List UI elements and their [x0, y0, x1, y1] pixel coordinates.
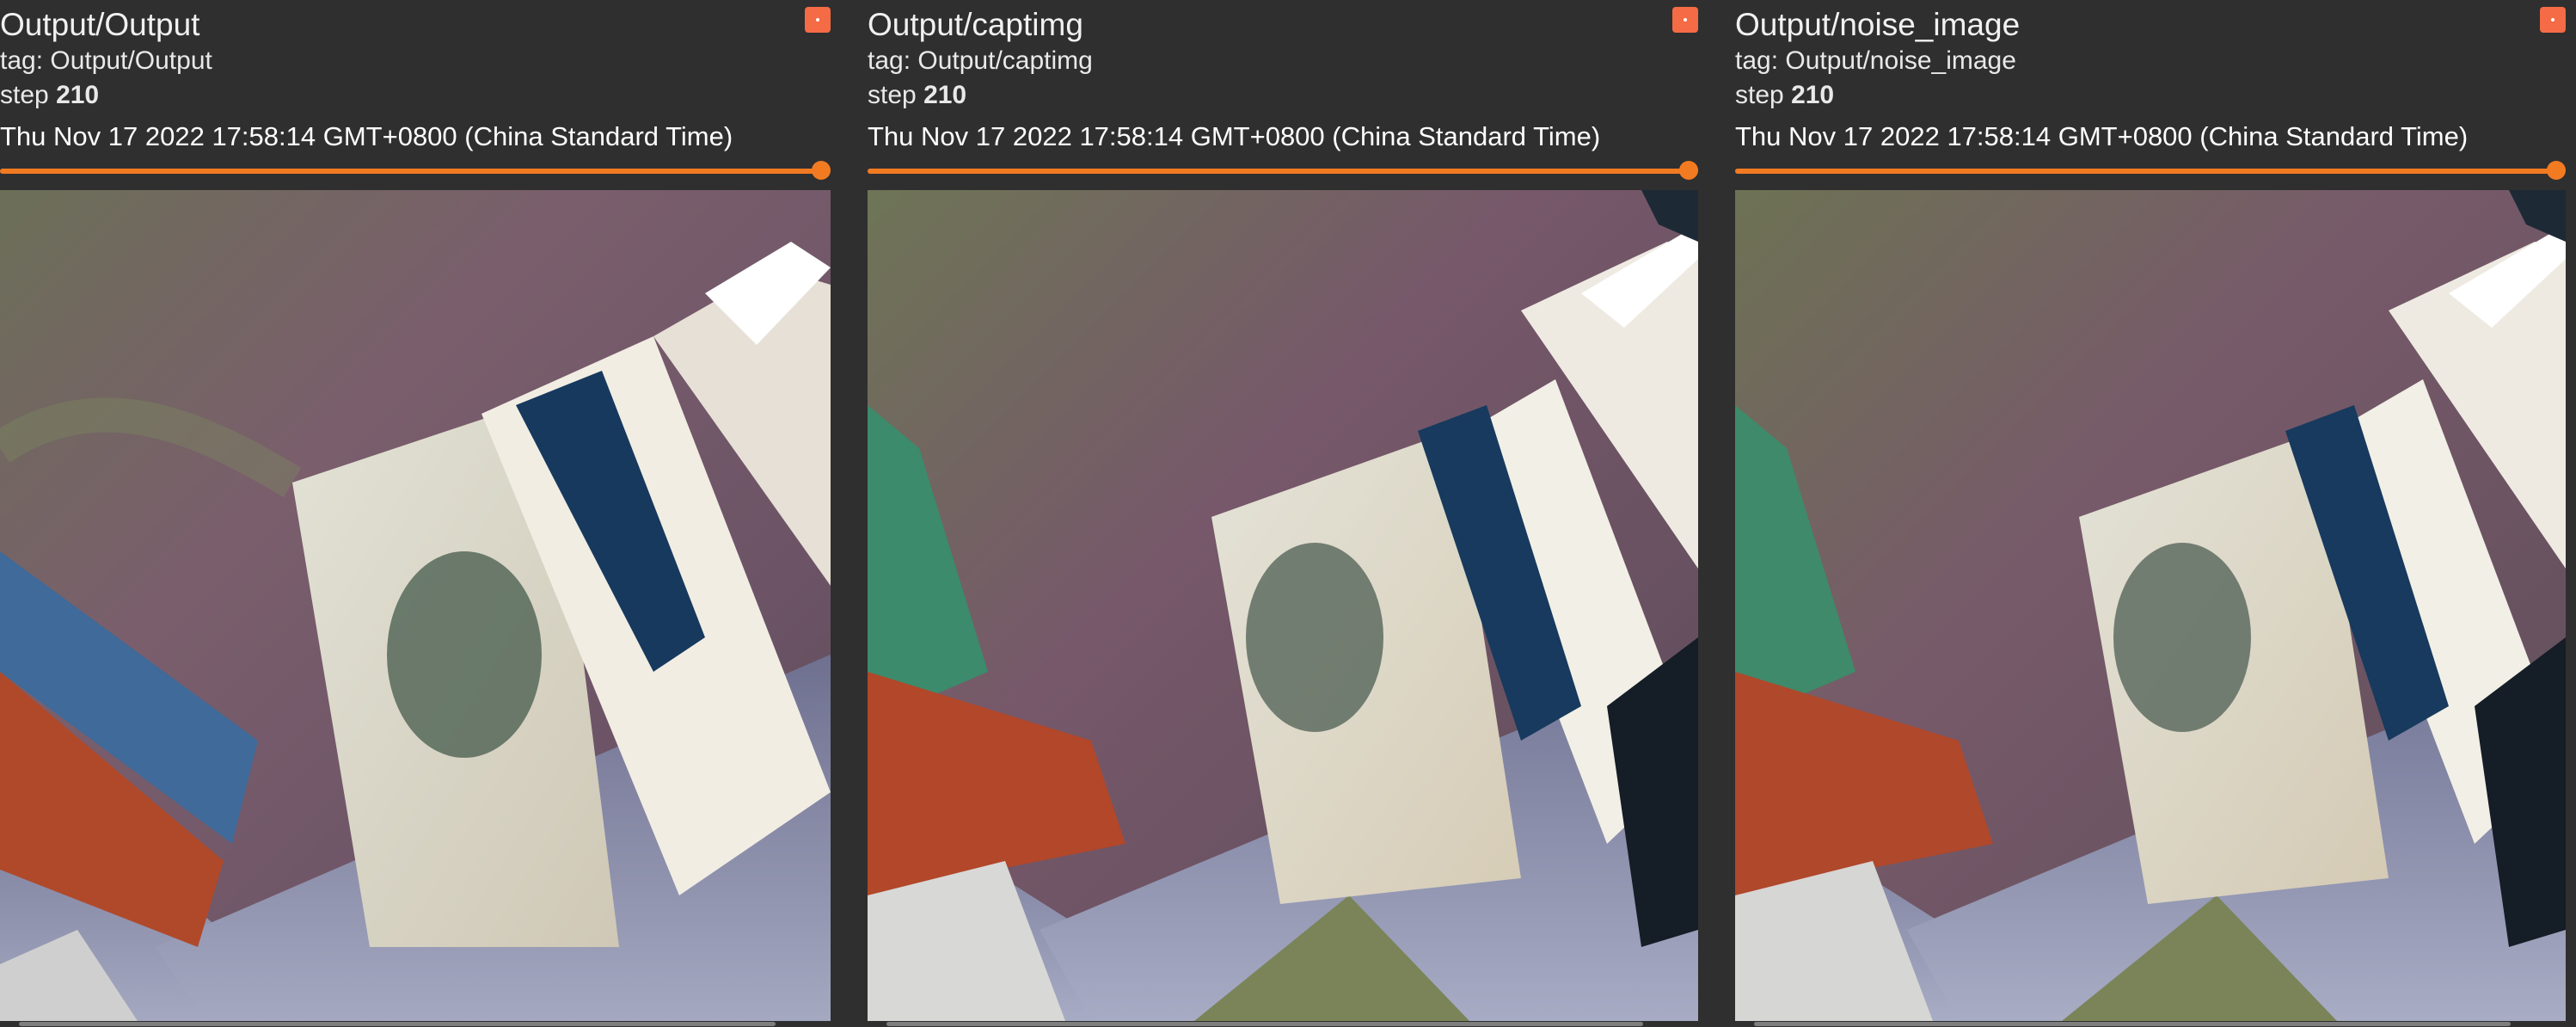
- step-value: 210: [56, 81, 100, 109]
- horizontal-scrollbar[interactable]: [868, 1021, 1698, 1027]
- captimg-image: [868, 190, 1698, 1021]
- image-card-noise-image: Output/noise_image tag: Output/noise_ima…: [1735, 0, 2566, 1027]
- tag-value: Output/Output: [50, 46, 212, 75]
- card-tag-line: tag: Output/captimg: [868, 45, 1093, 77]
- card-tag-line: tag: Output/Output: [0, 45, 212, 77]
- step-label: step: [868, 81, 917, 109]
- step-slider-fill: [1735, 169, 2556, 174]
- card-step-line: step 210: [1735, 79, 1834, 112]
- card-image: [1735, 190, 2566, 1021]
- step-value: 210: [923, 81, 967, 109]
- card-image: [0, 190, 831, 1021]
- step-slider-thumb[interactable]: [2547, 161, 2566, 180]
- image-card-output: Output/Output tag: Output/Output step 21…: [0, 0, 831, 1027]
- card-title: Output/captimg: [868, 7, 1083, 42]
- step-value: 210: [1791, 81, 1835, 109]
- output-image: [0, 190, 831, 1021]
- horizontal-scrollbar[interactable]: [0, 1021, 831, 1027]
- tag-value: Output/captimg: [917, 46, 1093, 75]
- card-title: Output/Output: [0, 7, 200, 42]
- step-slider-fill: [868, 169, 1689, 174]
- tag-label: tag:: [1735, 46, 1779, 75]
- noise-image: [1735, 190, 2566, 1021]
- card-timestamp: Thu Nov 17 2022 17:58:14 GMT+0800 (China…: [1735, 121, 2469, 151]
- scrollbar-thumb[interactable]: [886, 1022, 1643, 1026]
- step-label: step: [1735, 81, 1784, 109]
- step-label: step: [0, 81, 49, 109]
- expand-icon: [1684, 18, 1687, 22]
- card-step-line: step 210: [0, 79, 99, 112]
- scrollbar-thumb[interactable]: [19, 1022, 776, 1026]
- card-image: [868, 190, 1698, 1021]
- card-step-line: step 210: [868, 79, 966, 112]
- step-slider-thumb[interactable]: [1679, 161, 1698, 180]
- step-slider-fill: [0, 169, 821, 174]
- scrollbar-thumb[interactable]: [1754, 1022, 2511, 1026]
- card-timestamp: Thu Nov 17 2022 17:58:14 GMT+0800 (China…: [0, 121, 733, 151]
- tag-value: Output/noise_image: [1785, 46, 2016, 75]
- step-slider[interactable]: [0, 161, 831, 180]
- expand-icon: [2551, 18, 2555, 22]
- expand-button[interactable]: [805, 7, 831, 33]
- expand-button[interactable]: [1672, 7, 1698, 33]
- card-title: Output/noise_image: [1735, 7, 2021, 42]
- card-timestamp: Thu Nov 17 2022 17:58:14 GMT+0800 (China…: [868, 121, 1601, 151]
- step-slider[interactable]: [1735, 161, 2566, 180]
- image-card-captimg: Output/captimg tag: Output/captimg step …: [868, 0, 1698, 1027]
- expand-icon: [816, 18, 819, 22]
- tag-label: tag:: [868, 46, 911, 75]
- card-tag-line: tag: Output/noise_image: [1735, 45, 2016, 77]
- expand-button[interactable]: [2540, 7, 2566, 33]
- step-slider[interactable]: [868, 161, 1698, 180]
- step-slider-thumb[interactable]: [812, 161, 831, 180]
- tag-label: tag:: [0, 46, 44, 75]
- image-card-grid: Output/Output tag: Output/Output step 21…: [0, 0, 2576, 1027]
- horizontal-scrollbar[interactable]: [1735, 1021, 2566, 1027]
